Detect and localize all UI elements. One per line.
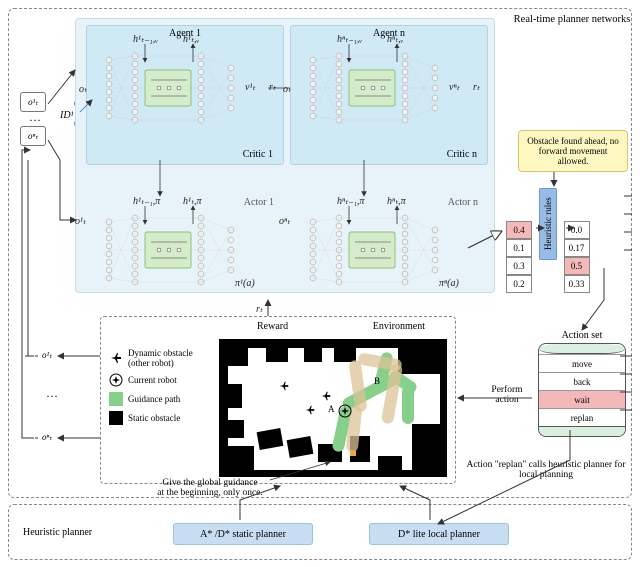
legend-dynamic: Dynamic obstacle (other robot): [109, 348, 215, 368]
id1-label: ID¹: [60, 110, 74, 121]
svg-text:π¹(a): π¹(a): [235, 278, 255, 289]
legend-static: Static obstacle: [109, 411, 215, 425]
heur-right-1: 0.17: [564, 239, 590, 257]
action-back: back: [539, 372, 625, 390]
current-robot-icon: [109, 373, 123, 387]
heur-left-col: 0.4 0.1 0.3 0.2: [506, 221, 532, 293]
legend-current-text: Current robot: [128, 375, 177, 385]
legend: Dynamic obstacle (other robot) Current r…: [109, 343, 215, 430]
h-prev-label: h¹ₜ₋₁,ᵥ: [133, 34, 158, 45]
static-swatch: [109, 411, 123, 425]
global-guidance-note: Give the global guidanceat the beginning…: [130, 478, 290, 498]
v-label: v¹ₜ: [245, 82, 256, 93]
svg-text:hⁿₜ₋₁,π: hⁿₜ₋₁,π: [337, 196, 365, 207]
svg-text:hⁿₜ₋₁,ᵥ: hⁿₜ₋₁,ᵥ: [337, 34, 362, 45]
heuristic-planner-frame: Heuristic planner A* /D* static planner …: [8, 504, 632, 560]
h-cur-label: h¹ₜ,ᵥ: [183, 34, 199, 45]
airplane-icon: [109, 351, 123, 365]
o1-out: o¹ₜ: [42, 350, 52, 361]
heur-left-2: 0.3: [506, 257, 532, 275]
reward-label: Reward: [257, 321, 288, 332]
on-out: oⁿₜ: [42, 432, 52, 443]
env-label: Environment: [373, 321, 425, 332]
obstacle-note: Obstacle found ahead, no forward movemen…: [518, 130, 628, 172]
local-planner-box: D* lite local planner: [369, 523, 509, 545]
svg-text:hⁿₜ,π: hⁿₜ,π: [387, 196, 407, 207]
action-set-title: Action set: [538, 330, 626, 341]
reward-env-box: Reward Environment Dynamic obstacle (oth…: [100, 316, 456, 484]
heur-left-3: 0.2: [506, 275, 532, 293]
svg-text:vⁿₜ: vⁿₜ: [449, 82, 461, 93]
action-wait: wait: [539, 390, 625, 408]
obs-stack: o¹ₜ … oⁿₜ: [20, 92, 50, 146]
svg-text:h¹ₜ₋₁,π: h¹ₜ₋₁,π: [133, 196, 161, 207]
dynamic-obstacle-icon: [304, 404, 316, 416]
heur-right-0: 0.0: [564, 221, 590, 239]
svg-text:rₜ: rₜ: [473, 82, 481, 93]
svg-text:hⁿₜ,ᵥ: hⁿₜ,ᵥ: [387, 34, 404, 45]
env-map: A B: [219, 339, 447, 477]
legend-dynamic-text: Dynamic obstacle (other robot): [128, 348, 215, 368]
heuristic-zone: 0.4 0.1 0.3 0.2 Heuristic rules 0.0 0.17…: [506, 188, 628, 278]
svg-text:h¹ₜ,π: h¹ₜ,π: [183, 196, 202, 207]
action-cylinder: move back wait replan: [538, 343, 626, 437]
perform-action-label: Performaction: [482, 385, 532, 405]
guidance-swatch: [109, 392, 123, 406]
dynamic-obstacle-icon: [320, 390, 332, 402]
action-move: move: [539, 354, 625, 372]
heur-right-col: 0.0 0.17 0.5 0.33: [564, 221, 590, 293]
path-marker: [350, 450, 356, 456]
dynamic-obstacle-icon: [278, 380, 290, 392]
action-set: Action set move back wait replan: [538, 330, 626, 437]
current-robot-icon: [338, 404, 352, 418]
agents-networks-svg: h¹ₜ₋₁,ᵥ h¹ₜ,ᵥ v¹ₜ oₜ rₜ hⁿₜ₋₁,ᵥ hⁿₜ,ᵥ vⁿ…: [75, 18, 495, 298]
svg-text:oₜ: oₜ: [283, 84, 292, 95]
legend-guidance-text: Guidance path: [128, 394, 180, 404]
heuristic-rules-box: Heuristic rules: [539, 188, 557, 260]
svg-text:oⁿₜ: oⁿₜ: [279, 216, 291, 227]
heur-right-3: 0.33: [564, 275, 590, 293]
obs-on: oⁿₜ: [20, 126, 46, 146]
action-replan: replan: [539, 408, 625, 426]
svg-text:πⁿ(a): πⁿ(a): [439, 278, 459, 289]
svg-text:o¹ₜ: o¹ₜ: [75, 216, 87, 227]
networks-title: Real-time planner networks: [512, 14, 632, 25]
heur-left-1: 0.1: [506, 239, 532, 257]
legend-current: Current robot: [109, 373, 215, 387]
obs-dots: …: [20, 112, 50, 126]
env-inner: A B: [228, 348, 440, 470]
heuristic-planner-label: Heuristic planner: [23, 527, 92, 538]
point-a-label: A: [328, 404, 335, 414]
obs-o1: o¹ₜ: [20, 92, 46, 112]
rt-label: rₜ: [269, 82, 277, 93]
replan-note: Action "replan" calls heuristic planner …: [466, 460, 626, 480]
legend-static-text: Static obstacle: [128, 413, 180, 423]
heur-left-0: 0.4: [506, 221, 532, 239]
static-planner-box: A* /D* static planner: [173, 523, 313, 545]
legend-guidance: Guidance path: [109, 392, 215, 406]
sidebar-right: Real-time planner networks: [512, 14, 632, 31]
point-b-label: B: [374, 376, 380, 386]
oout-dots: …: [46, 388, 58, 402]
heur-right-2: 0.5: [564, 257, 590, 275]
o-label: oₜ: [79, 84, 88, 95]
